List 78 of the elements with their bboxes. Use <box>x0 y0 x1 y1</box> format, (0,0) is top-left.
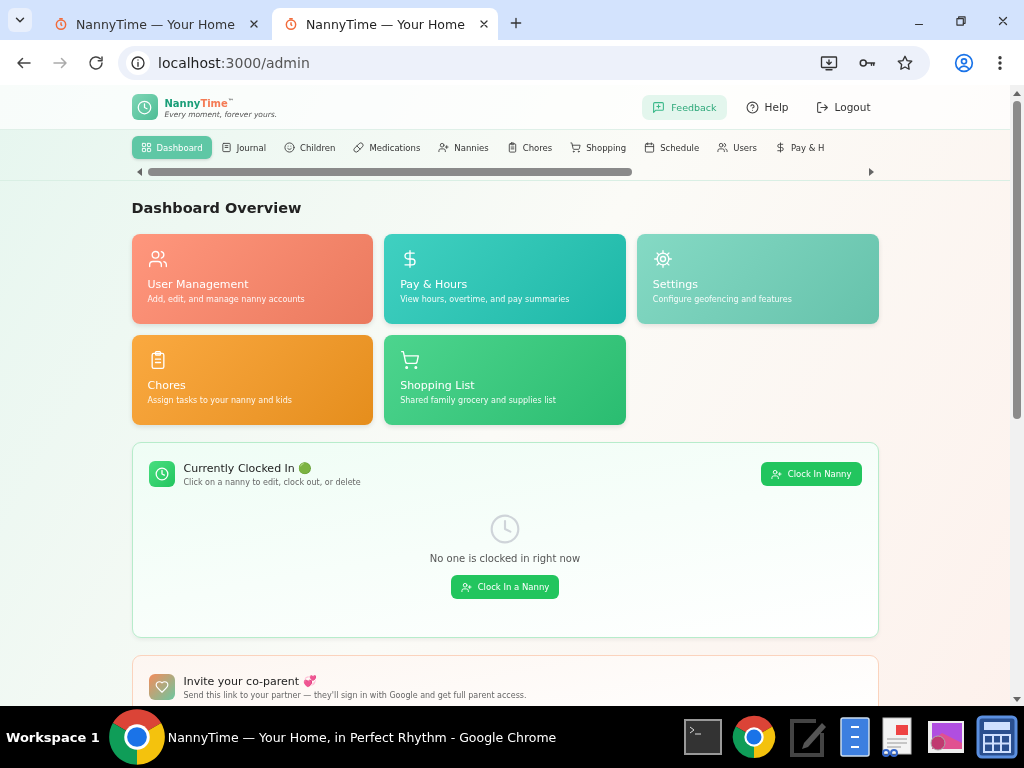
close-icon[interactable] <box>478 18 490 30</box>
profile-icon[interactable] <box>954 52 974 73</box>
users-icon <box>147 249 168 269</box>
page-title: Dashboard Overview <box>131 200 303 216</box>
card-title: Shopping List <box>400 379 476 392</box>
nav-tab[interactable]: Chores <box>497 136 562 159</box>
install-icon[interactable] <box>820 53 838 72</box>
pill-icon <box>353 142 365 153</box>
scroll-down-icon[interactable] <box>1013 696 1021 702</box>
heart-icon <box>154 680 169 694</box>
close-icon[interactable] <box>248 18 260 30</box>
chrome-logo-icon <box>732 715 776 759</box>
browser-tab[interactable]: NannyTime — Your Home <box>42 8 268 40</box>
chrome-logo-icon <box>107 708 166 766</box>
help-icon <box>745 100 759 114</box>
nav-tab[interactable]: Users <box>708 136 766 159</box>
empty-state-text: No one is clocked in right now <box>429 553 581 564</box>
nav-tab[interactable]: Shopping <box>561 136 636 159</box>
terminal-icon[interactable] <box>684 719 722 755</box>
calendar-icon <box>644 142 656 153</box>
user-plus-icon <box>770 468 782 480</box>
scroll-left-icon[interactable] <box>136 168 143 176</box>
card-subtitle: Shared family grocery and supplies list <box>400 396 557 405</box>
book-icon <box>220 142 232 153</box>
nav-tab[interactable]: Schedule <box>635 136 709 159</box>
users-icon <box>717 142 729 153</box>
nav-tab[interactable]: Medications <box>344 136 430 159</box>
user-plus-icon <box>438 142 450 153</box>
dollar-icon <box>775 142 786 153</box>
settings-icon <box>652 249 673 269</box>
panel-subtitle: Send this link to your partner — they'll sign in with Google and get full parent access. <box>183 690 527 700</box>
clipboard-icon <box>506 142 518 153</box>
help-link[interactable]: Help <box>737 94 797 120</box>
scroll-up-icon[interactable] <box>1013 91 1021 97</box>
nav-tab[interactable]: Children <box>275 136 345 159</box>
nav-tab[interactable]: Pay & H <box>766 136 834 159</box>
panel-title: Currently Clocked In 🟢 <box>183 461 314 475</box>
card-title: User Management <box>147 278 250 291</box>
vertical-scrollbar[interactable] <box>1010 85 1024 706</box>
clock-favicon-icon <box>54 17 68 31</box>
close-icon[interactable] <box>996 14 1010 28</box>
restore-icon[interactable] <box>954 14 968 28</box>
reload-icon[interactable] <box>87 53 105 72</box>
window-title[interactable]: NannyTime — Your Home, in Perfect Rhythm - Google Chrome <box>167 729 557 745</box>
calculator-icon[interactable] <box>976 715 1018 759</box>
card-title: Pay & Hours <box>400 278 469 291</box>
logout-icon <box>815 100 829 114</box>
browser-tab[interactable]: NannyTime — Your Home <box>272 8 498 40</box>
new-tab-icon[interactable] <box>508 15 524 31</box>
clock-icon <box>137 99 152 115</box>
card-title: Chores <box>147 379 187 392</box>
file-cabinet-icon[interactable] <box>840 717 870 757</box>
card-title: Settings <box>652 278 699 291</box>
image-viewer-icon[interactable] <box>926 719 966 755</box>
clock-icon <box>154 467 169 481</box>
scroll-right-icon[interactable] <box>867 168 874 176</box>
nav-tab[interactable]: Nannies <box>429 136 498 159</box>
card-subtitle: Configure geofencing and features <box>652 295 793 304</box>
card-subtitle: Add, edit, and manage nanny accounts <box>147 295 306 304</box>
info-icon[interactable] <box>130 54 146 71</box>
brand-name: NannyTime$^{™}$ <box>164 95 235 111</box>
address-bar[interactable]: localhost:3000/admin <box>118 45 930 80</box>
panel-title: Invite your co-parent 💞 <box>183 674 318 688</box>
clock-icon <box>489 513 521 545</box>
grid-icon <box>140 142 152 153</box>
panel-subtitle: Click on a nanny to edit, clock out, or delete <box>183 477 361 487</box>
clock-favicon-icon <box>284 17 298 31</box>
cart-icon <box>570 142 582 153</box>
workspace-label[interactable]: Workspace 1 <box>0 729 108 745</box>
card-subtitle: Assign tasks to your nanny and kids <box>147 396 293 405</box>
star-icon[interactable] <box>896 53 914 72</box>
chat-plus-icon <box>652 100 666 114</box>
user-plus-icon <box>460 581 472 593</box>
nav-tab[interactable]: Journal <box>211 136 276 159</box>
logout-link[interactable]: Logout <box>807 94 879 120</box>
cart-icon <box>400 350 421 370</box>
card-subtitle: View hours, overtime, and pay summaries <box>400 295 571 304</box>
smiley-icon <box>284 142 296 153</box>
